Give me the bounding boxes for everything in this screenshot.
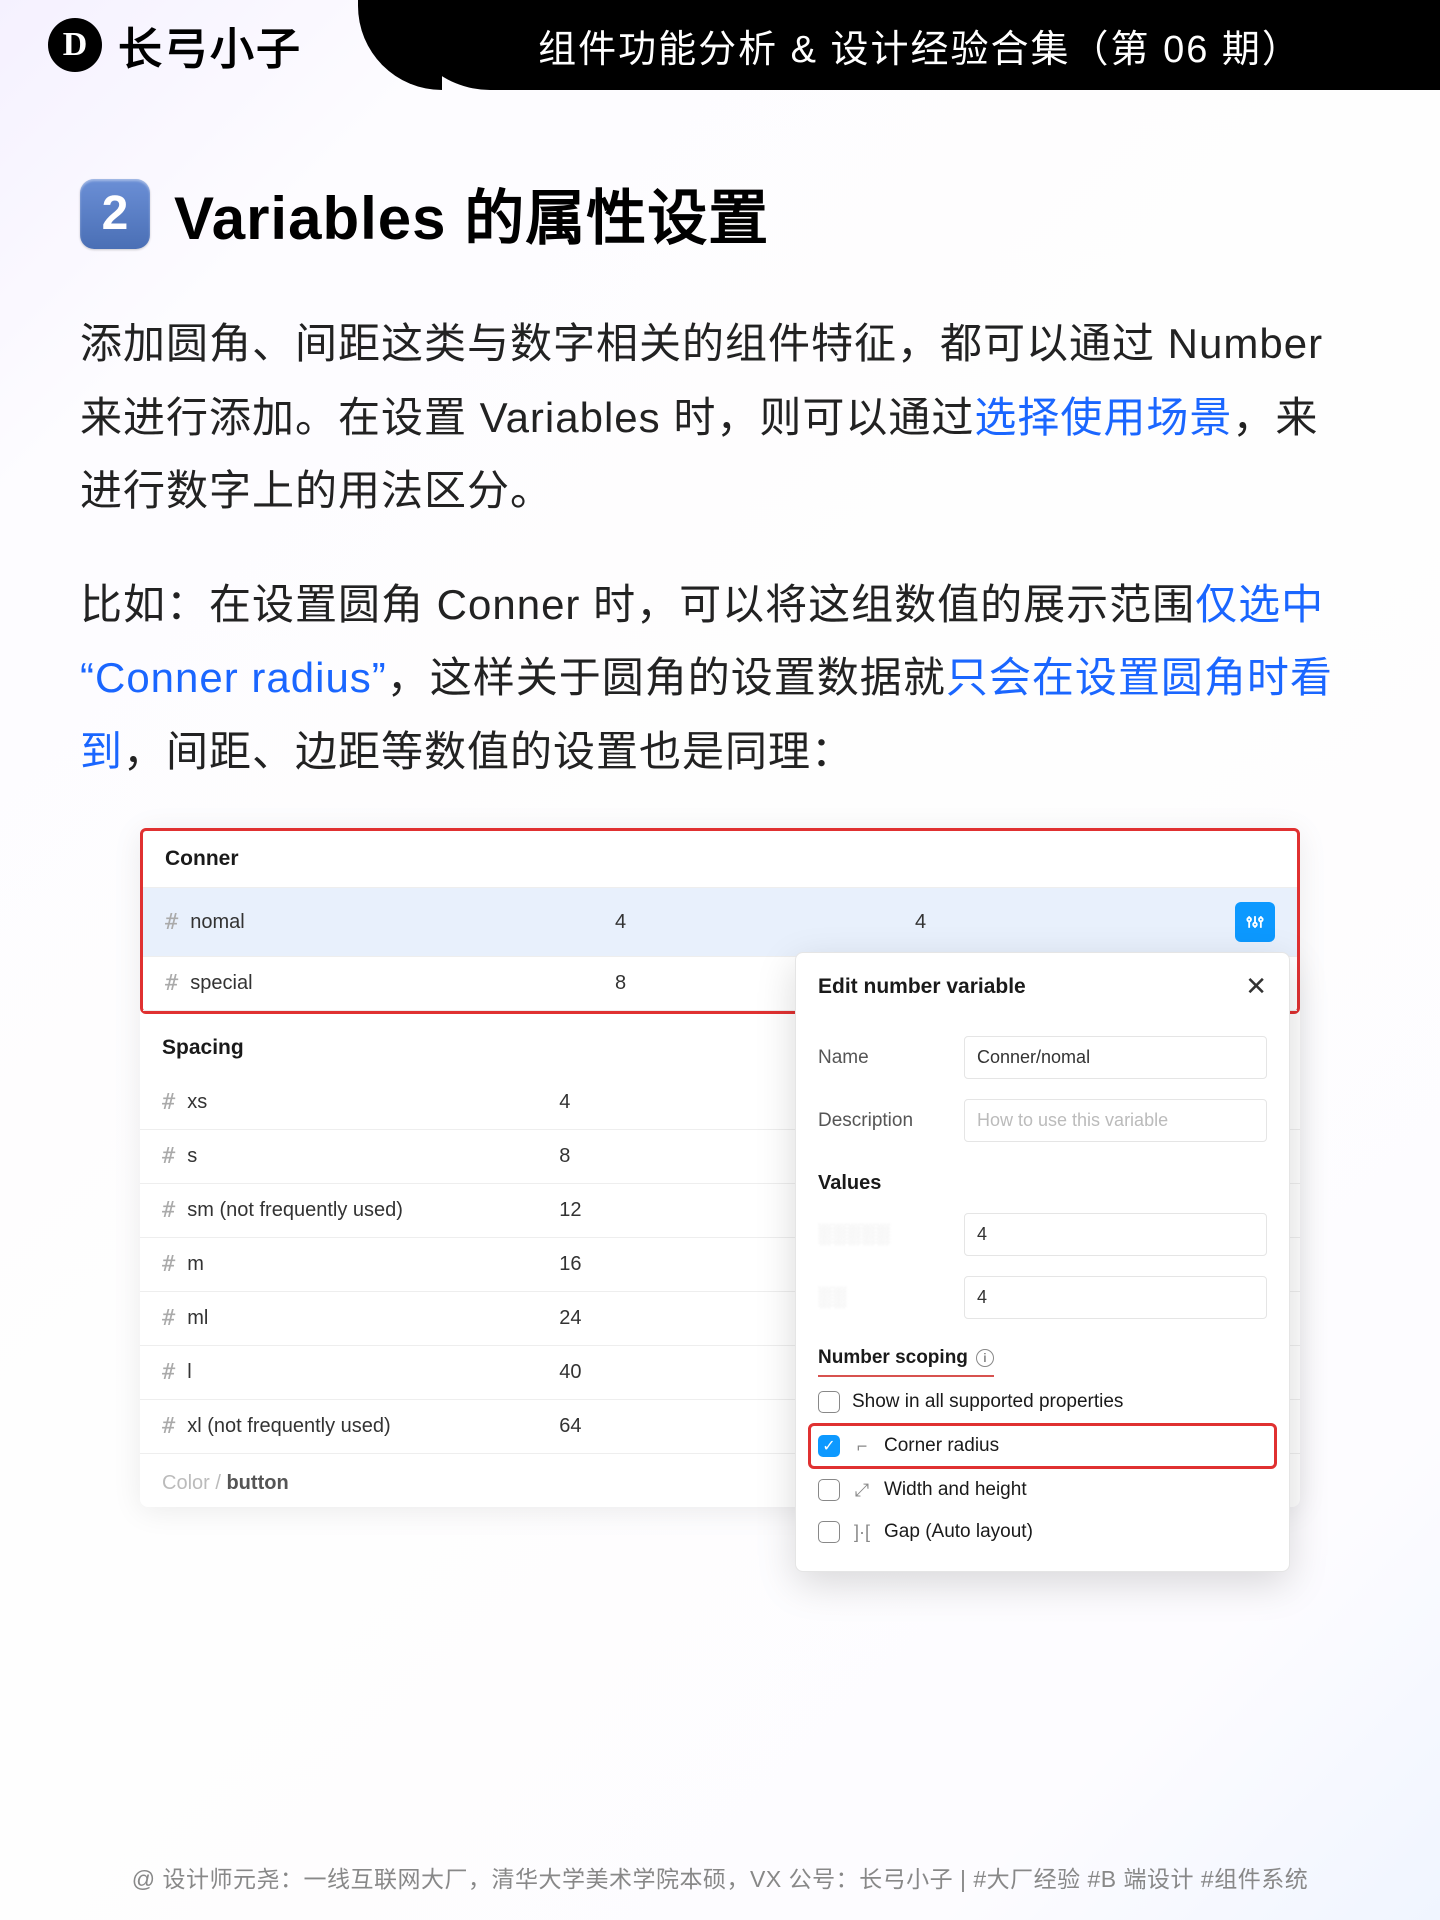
text: ，这样关于圆角的设置数据就 xyxy=(387,654,946,701)
variable-label: s xyxy=(187,1145,197,1168)
variable-name: # nomal xyxy=(165,910,615,935)
brand-name: 长弓小子 xyxy=(118,13,302,77)
variable-label: sm (not frequently used) xyxy=(187,1199,403,1222)
info-icon[interactable]: i xyxy=(976,1349,994,1367)
width-height-icon: ⤢ xyxy=(852,1480,872,1501)
close-icon[interactable]: ✕ xyxy=(1245,971,1267,1002)
values-section-title: Values xyxy=(818,1152,1267,1203)
scope-option-corner-radius[interactable]: ✓ ⌐ Corner radius xyxy=(810,1425,1275,1467)
section-number-badge: 2 xyxy=(80,179,150,249)
page-header: D 长弓小子 组件功能分析 & 设计经验合集（第 06 期） xyxy=(0,0,1440,90)
scope-label: Corner radius xyxy=(884,1435,999,1457)
variable-name: # sm (not frequently used) xyxy=(162,1198,559,1223)
variable-name: #s xyxy=(162,1144,559,1169)
variable-label: special xyxy=(190,972,252,995)
value-input-2[interactable]: 4 xyxy=(964,1276,1267,1319)
header-ribbon: 组件功能分析 & 设计经验合集（第 06 期） xyxy=(400,0,1440,90)
paragraph-2: 比如：在设置圆角 Conner 时，可以将这组数值的展示范围仅选中 “Conne… xyxy=(80,568,1360,789)
scoping-label: Number scoping xyxy=(818,1347,968,1369)
variable-name: #l xyxy=(162,1360,559,1385)
hash-icon: # xyxy=(162,1144,175,1169)
brand-logo-icon: D xyxy=(48,18,102,72)
variable-label: xs xyxy=(187,1091,207,1114)
hash-icon: # xyxy=(165,910,178,935)
checkbox-unchecked-icon[interactable] xyxy=(818,1521,840,1543)
popover-title: Edit number variable xyxy=(818,975,1026,999)
variable-name: #m xyxy=(162,1252,559,1277)
gap-icon: ]·[ xyxy=(852,1522,872,1543)
value-input-1[interactable]: 4 xyxy=(964,1213,1267,1256)
checkbox-checked-icon[interactable]: ✓ xyxy=(818,1435,840,1457)
highlight-text: 选择使用场景 xyxy=(974,394,1232,441)
variable-label: m xyxy=(187,1253,204,1276)
hash-icon: # xyxy=(162,1414,175,1439)
name-input[interactable]: Conner/nomal xyxy=(964,1036,1267,1079)
section-title: 2 Variables 的属性设置 xyxy=(80,170,1360,257)
footer-bold: button xyxy=(226,1472,288,1494)
scope-option-width-height[interactable]: ⤢ Width and height xyxy=(818,1469,1267,1511)
paragraph-1: 添加圆角、间距这类与数字相关的组件特征，都可以通过 Number 来进行添加。在… xyxy=(80,307,1360,528)
scope-option-all[interactable]: Show in all supported properties xyxy=(818,1381,1267,1423)
variable-label: nomal xyxy=(190,911,244,934)
hash-icon: # xyxy=(162,1306,175,1331)
value-label-2: ░░ xyxy=(818,1287,948,1309)
variable-label: ml xyxy=(187,1307,208,1330)
row-settings-button[interactable] xyxy=(1235,902,1275,942)
variable-name: # ml xyxy=(162,1306,559,1331)
scope-option-gap[interactable]: ]·[ Gap (Auto layout) xyxy=(818,1511,1267,1553)
content: 2 Variables 的属性设置 添加圆角、间距这类与数字相关的组件特征，都可… xyxy=(0,90,1440,1507)
hash-icon: # xyxy=(165,971,178,996)
variable-value-2: 4 xyxy=(915,911,1215,934)
corner-radius-icon: ⌐ xyxy=(852,1436,872,1457)
popover-header: Edit number variable ✕ xyxy=(796,953,1289,1020)
name-field-row: Name Conner/nomal xyxy=(818,1026,1267,1089)
scoping-section-title: Number scoping i xyxy=(818,1329,994,1377)
scope-label: Gap (Auto layout) xyxy=(884,1521,1033,1543)
variable-name: # xs xyxy=(162,1090,559,1115)
checkbox-unchecked-icon[interactable] xyxy=(818,1391,840,1413)
checkbox-unchecked-icon[interactable] xyxy=(818,1479,840,1501)
edit-variable-popover: Edit number variable ✕ Name Conner/nomal… xyxy=(795,952,1290,1572)
hash-icon: # xyxy=(162,1360,175,1385)
variable-label: l xyxy=(187,1361,191,1384)
hash-icon: # xyxy=(162,1198,175,1223)
variable-value-1: 4 xyxy=(615,911,915,934)
text: 比如：在设置圆角 Conner 时，可以将这组数值的展示范围 xyxy=(80,581,1195,628)
page-footer-credit: @ 设计师元尧：一线互联网大厂，清华大学美术学院本硕，VX 公号：长弓小子 | … xyxy=(0,1860,1440,1894)
variables-panel: Conner # nomal 4 4 # xyxy=(140,828,1300,1507)
variable-name: # xl (not frequently used) xyxy=(162,1414,559,1439)
scope-label: Width and height xyxy=(884,1479,1027,1501)
description-field-row: Description How to use this variable xyxy=(818,1089,1267,1152)
brand: D 长弓小子 xyxy=(0,13,302,77)
description-input[interactable]: How to use this variable xyxy=(964,1099,1267,1142)
footer-grey: Color / xyxy=(162,1472,226,1494)
group-header-conner: Conner xyxy=(143,831,1297,888)
name-label: Name xyxy=(818,1047,948,1069)
section-title-text: Variables 的属性设置 xyxy=(174,170,769,257)
variable-row-nomal[interactable]: # nomal 4 4 xyxy=(143,888,1297,957)
variable-name: # special xyxy=(165,971,615,996)
scope-label: Show in all supported properties xyxy=(852,1391,1123,1413)
value-row-2: ░░ 4 xyxy=(818,1266,1267,1329)
value-row-1: ░░░░░ 4 xyxy=(818,1203,1267,1266)
hash-icon: # xyxy=(162,1252,175,1277)
variable-label: xl (not frequently used) xyxy=(187,1415,390,1438)
hash-icon: # xyxy=(162,1090,175,1115)
description-label: Description xyxy=(818,1110,948,1132)
text: ，间距、边距等数值的设置也是同理： xyxy=(123,728,854,775)
value-label-1: ░░░░░ xyxy=(818,1224,948,1246)
